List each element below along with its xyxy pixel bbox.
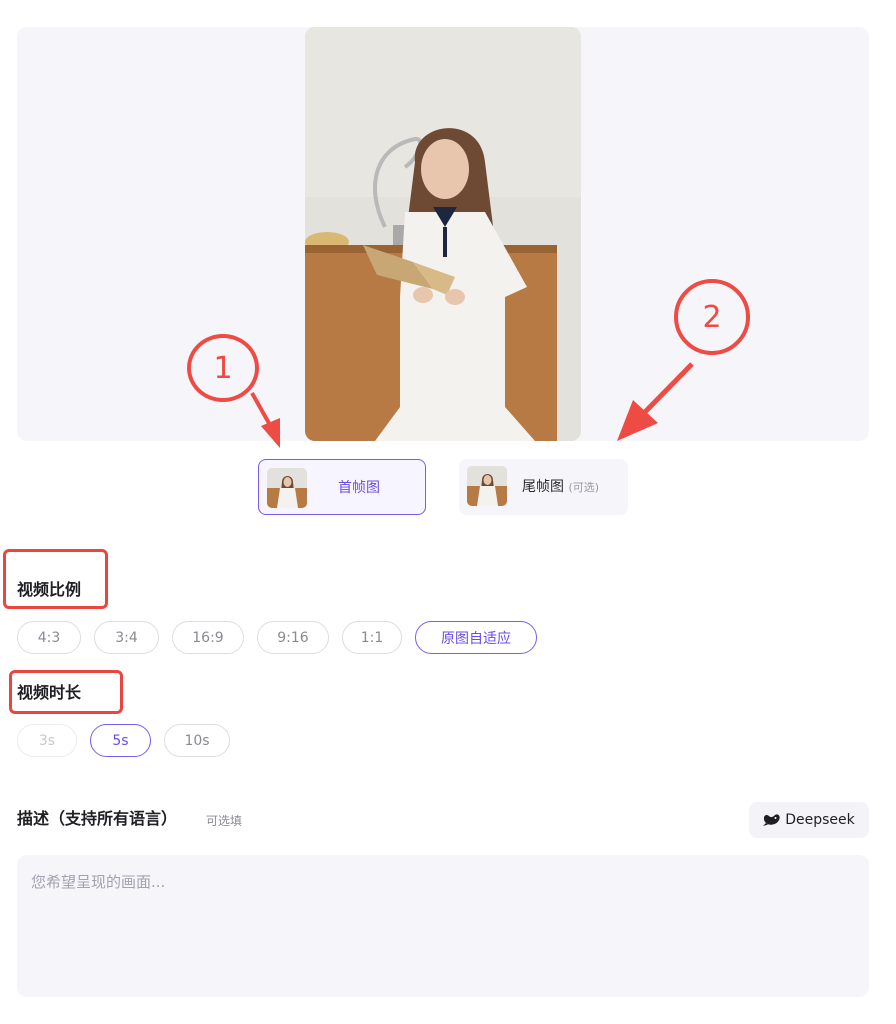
- deepseek-whale-icon: [763, 814, 780, 826]
- deepseek-button[interactable]: Deepseek: [749, 802, 869, 838]
- last-frame-label: 尾帧图 (可选): [522, 478, 599, 497]
- annotation-box-aspect-ratio: [3, 549, 108, 609]
- first-frame-label: 首帧图: [338, 480, 380, 496]
- first-frame-thumbnail: [267, 468, 307, 508]
- deepseek-label: Deepseek: [785, 812, 855, 828]
- last-frame-optional-hint: (可选): [568, 481, 600, 494]
- description-title: 描述（支持所有语言）: [17, 809, 178, 828]
- aspect-option-1-1[interactable]: 1:1: [342, 621, 402, 654]
- aspect-option-original-adaptive[interactable]: 原图自适应: [415, 621, 537, 654]
- annotation-box-duration: [9, 670, 123, 714]
- first-frame-preview-image: [305, 27, 581, 441]
- duration-option-5s[interactable]: 5s: [90, 724, 151, 757]
- aspect-option-9-16[interactable]: 9:16: [257, 621, 329, 654]
- description-input[interactable]: [17, 855, 869, 997]
- duration-options: 3s 5s 10s: [17, 724, 230, 757]
- duration-option-10s[interactable]: 10s: [164, 724, 230, 757]
- last-frame-label-text: 尾帧图: [522, 479, 564, 495]
- last-frame-card[interactable]: 尾帧图 (可选): [459, 459, 628, 515]
- annotation-circle-2: 2: [674, 279, 750, 355]
- annotation-circle-1: 1: [187, 334, 259, 402]
- last-frame-thumbnail: [467, 466, 507, 506]
- aspect-option-16-9[interactable]: 16:9: [172, 621, 244, 654]
- duration-option-3s[interactable]: 3s: [17, 724, 77, 757]
- aspect-ratio-options: 4:3 3:4 16:9 9:16 1:1 原图自适应: [17, 621, 537, 654]
- aspect-option-4-3[interactable]: 4:3: [17, 621, 81, 654]
- first-frame-card[interactable]: 首帧图: [258, 459, 426, 515]
- description-optional-hint: 可选填: [206, 814, 243, 828]
- aspect-option-3-4[interactable]: 3:4: [94, 621, 159, 654]
